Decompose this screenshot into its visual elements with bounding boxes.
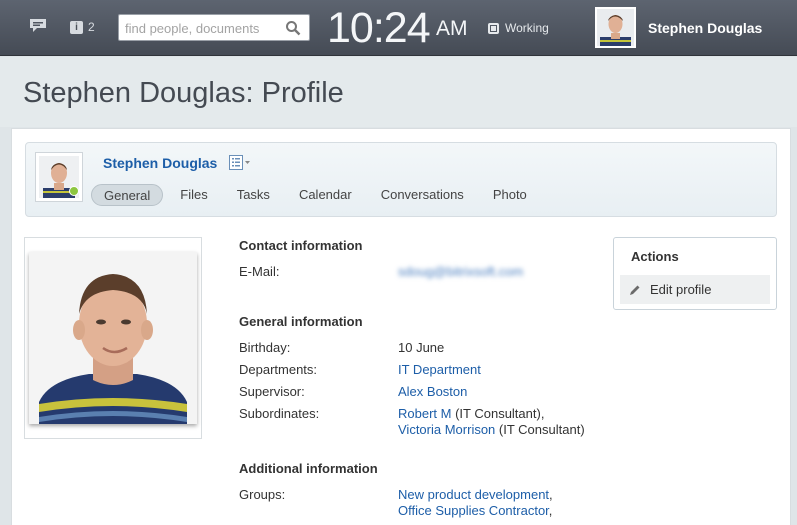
groups-label: Groups: bbox=[239, 487, 286, 502]
general-info-heading: General information bbox=[239, 314, 363, 329]
notifications-button[interactable]: i 2 bbox=[70, 20, 95, 34]
search-icon[interactable] bbox=[285, 20, 301, 36]
group-link[interactable]: Office Supplies Contractor bbox=[398, 503, 549, 518]
avatar-image bbox=[597, 9, 634, 46]
chat-icon[interactable] bbox=[30, 19, 46, 32]
pencil-icon bbox=[630, 285, 640, 295]
tab-general[interactable]: General bbox=[91, 184, 164, 206]
working-status-toggle[interactable]: Working bbox=[488, 21, 549, 35]
top-bar: i 2 10:24 AM Working Stephen Douglas bbox=[0, 0, 797, 56]
subordinate-link[interactable]: Victoria Morrison bbox=[398, 422, 495, 437]
user-avatar[interactable] bbox=[595, 7, 636, 48]
contact-info-heading: Contact information bbox=[239, 238, 363, 253]
group-separator: , bbox=[548, 503, 553, 518]
department-link[interactable]: IT Department bbox=[398, 362, 481, 377]
subordinate-role: (IT Consultant), bbox=[451, 406, 545, 421]
email-link[interactable]: sdoug@bitrixsoft.com bbox=[398, 264, 523, 279]
subordinate-role: (IT Consultant) bbox=[495, 422, 585, 437]
profile-menu-icon[interactable] bbox=[229, 155, 251, 170]
profile-photo-image bbox=[29, 252, 197, 424]
tab-tasks[interactable]: Tasks bbox=[225, 184, 282, 206]
subordinates-label: Subordinates: bbox=[239, 406, 320, 421]
additional-info-heading: Additional information bbox=[239, 461, 378, 476]
supervisor-label: Supervisor: bbox=[239, 384, 305, 399]
birthday-label: Birthday: bbox=[239, 340, 291, 355]
search-box bbox=[118, 14, 310, 41]
online-status-icon bbox=[69, 186, 79, 196]
edit-profile-button[interactable]: Edit profile bbox=[620, 275, 770, 304]
tab-calendar[interactable]: Calendar bbox=[287, 184, 364, 206]
profile-name-link[interactable]: Stephen Douglas bbox=[103, 155, 217, 171]
profile-tabs: General Files Tasks Calendar Conversatio… bbox=[91, 184, 544, 206]
group-item: New product development, bbox=[398, 487, 553, 502]
group-item: Office Supplies Contractor, bbox=[398, 503, 552, 518]
info-icon: i bbox=[70, 20, 83, 34]
edit-profile-label: Edit profile bbox=[650, 282, 712, 297]
clock-ampm: AM bbox=[436, 17, 468, 40]
status-checkbox-icon bbox=[488, 22, 499, 34]
page-title: Stephen Douglas: Profile bbox=[23, 77, 344, 109]
tab-photo[interactable]: Photo bbox=[481, 184, 539, 206]
clock-time: 10:24 bbox=[327, 4, 431, 52]
supervisor-link[interactable]: Alex Boston bbox=[398, 384, 467, 399]
subordinate-item: Robert M (IT Consultant), bbox=[398, 406, 544, 421]
search-input[interactable] bbox=[125, 19, 277, 37]
user-name[interactable]: Stephen Douglas bbox=[648, 20, 762, 36]
email-label: E-Mail: bbox=[239, 264, 280, 279]
profile-photo bbox=[29, 252, 197, 424]
notification-count: 2 bbox=[88, 20, 95, 34]
subordinate-item: Victoria Morrison (IT Consultant) bbox=[398, 422, 585, 437]
tab-conversations[interactable]: Conversations bbox=[369, 184, 476, 206]
birthday-value: 10 June bbox=[398, 340, 445, 355]
departments-label: Departments: bbox=[239, 362, 318, 377]
status-label: Working bbox=[505, 21, 549, 35]
actions-title: Actions bbox=[631, 249, 679, 264]
tab-files[interactable]: Files bbox=[168, 184, 219, 206]
group-link[interactable]: New product development bbox=[398, 487, 549, 502]
subordinate-link[interactable]: Robert M bbox=[398, 406, 451, 421]
group-separator: , bbox=[549, 487, 553, 502]
